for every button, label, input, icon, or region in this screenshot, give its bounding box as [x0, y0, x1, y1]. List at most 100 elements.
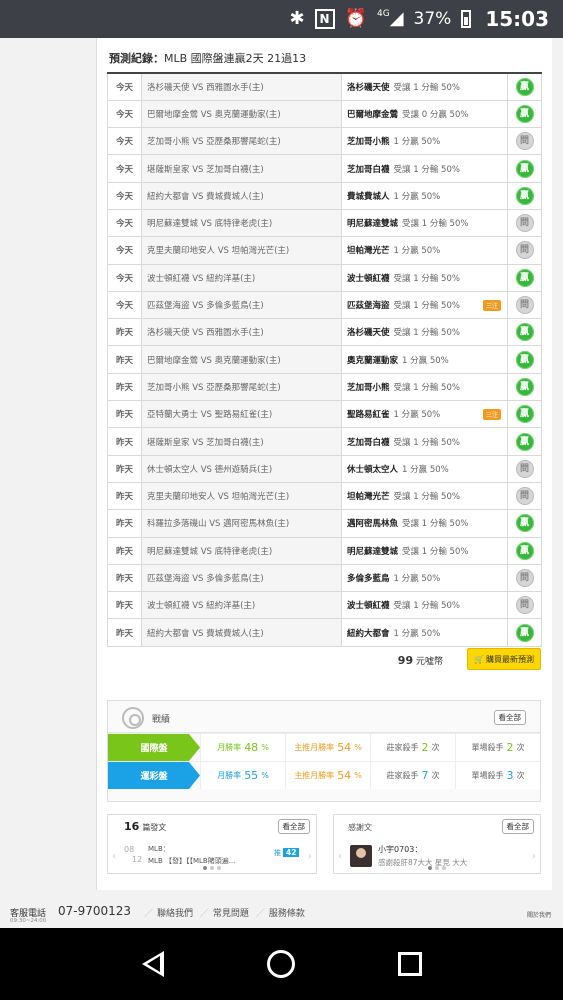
- thanks-view-all-button[interactable]: 看全部: [501, 819, 534, 834]
- stats-view-all-button[interactable]: 看全部: [493, 710, 526, 725]
- record-match[interactable]: 芝加哥小熊 VS 亞歷桑那響尾蛇(主): [141, 372, 342, 402]
- home-rate: 主推月勝率 54%: [285, 762, 370, 789]
- table-row: 昨天 科羅拉多落磯山 VS 邁阿密馬林魚(主) 邁阿密馬林魚 受讓 1 分輸 50% 贏: [107, 509, 542, 538]
- record-header-summary: MLB 國際盤連贏2天 21過13: [164, 52, 307, 65]
- footer-links: ／聯絡我們 ／常見問題 ／服務條款: [144, 909, 305, 919]
- home-icon[interactable]: [266, 950, 295, 978]
- chevron-right-icon[interactable]: ›: [532, 851, 536, 862]
- pick-odds: 受讓 1 分輸 50%: [402, 219, 469, 230]
- record-match[interactable]: 明尼蘇達雙城 VS 底特律老虎(主): [141, 536, 342, 565]
- pick-team: 坦帕灣光芒: [347, 492, 390, 503]
- stats-title: 戰績: [152, 715, 171, 725]
- service-phone[interactable]: 07-9700123: [58, 904, 131, 918]
- alarm-icon: ⏰: [344, 8, 367, 29]
- record-day: 昨天: [107, 618, 142, 647]
- record-pick: 明尼蘇達雙城 受讓 1 分輸 50%: [341, 208, 508, 238]
- single-killer: 單場殺手 2 次: [455, 734, 540, 761]
- footer-link-contact[interactable]: 聯絡我們: [157, 909, 193, 919]
- recent-apps-icon[interactable]: [397, 952, 422, 976]
- pick-team: 多倫多藍鳥: [347, 573, 390, 584]
- pick-team: 休士頓太空人: [347, 464, 399, 475]
- pick-odds: 受讓 1 分輸 50%: [402, 519, 469, 530]
- record-day: 昨天: [107, 318, 142, 347]
- record-day: 昨天: [107, 454, 142, 483]
- footer-link-faq[interactable]: 常見問題: [213, 909, 249, 919]
- record-match[interactable]: 克里夫蘭印地安人 VS 坦帕灣光芒(主): [141, 481, 342, 511]
- record-match[interactable]: 紐約大都會 VS 費城費城人(主): [141, 181, 342, 210]
- pick-team: 波士頓紅襪: [347, 601, 390, 612]
- record-result: 贏: [507, 263, 542, 292]
- post-title[interactable]: MLB： MLB 【發】【【MLB賭頭遍...: [148, 843, 235, 867]
- footer: 客服電話 09:30~24:00 07-9700123 ／聯絡我們 ／常見問題 …: [0, 900, 563, 928]
- table-row: 昨天 紐約大都會 VS 費城費城人(主) 紐約大都會 1 分贏 50% 贏: [107, 618, 542, 647]
- result-push-icon: 問: [515, 241, 534, 260]
- price: 99 元噓幣: [397, 654, 443, 667]
- record-match[interactable]: 匹茲堡海盜 VS 多倫多藍鳥(主): [141, 563, 342, 593]
- battery-icon: [461, 10, 472, 28]
- record-result: 贏: [507, 345, 542, 374]
- posts-view-all-button[interactable]: 看全部: [277, 819, 310, 834]
- record-pick: 坦帕灣光芒 受讓 1 分輸 50%: [341, 481, 508, 511]
- record-day: 今天: [107, 236, 142, 265]
- record-match[interactable]: 洛杉磯天使 VS 西雅圖水手(主): [141, 71, 342, 101]
- record-match[interactable]: 克里夫蘭印地安人 VS 坦帕灣光芒(主): [141, 236, 342, 265]
- record-pick: 芝加哥白襪 受讓 1 分輸 50%: [341, 427, 508, 456]
- thanks-message[interactable]: 感謝殺肝87大大 星見 大大: [378, 857, 467, 868]
- pick-odds: 1 分贏 50%: [393, 573, 441, 584]
- chevron-left-icon[interactable]: ‹: [112, 851, 116, 862]
- buy-prediction-button[interactable]: 🛒 購買最新預測: [467, 648, 541, 670]
- record-day: 今天: [107, 99, 142, 129]
- record-match[interactable]: 洛杉磯天使 VS 西雅圖水手(主): [141, 318, 342, 347]
- record-pick: 邁阿密馬林魚 受讓 1 分輸 50%: [341, 509, 508, 538]
- pick-team: 芝加哥小熊: [347, 382, 390, 393]
- record-header: 預測紀錄：MLB 國際盤連贏2天 21過13: [109, 50, 306, 66]
- service-hours: 09:30~24:00: [10, 918, 47, 924]
- record-match[interactable]: 巴爾地摩金鶯 VS 奧克蘭運動家(主): [141, 345, 342, 374]
- record-header-label: 預測紀錄：: [109, 52, 164, 65]
- record-match[interactable]: 休士頓太空人 VS 德州遊騎兵(主): [141, 454, 342, 483]
- pick-odds: 受讓 1 分輸 50%: [393, 601, 460, 612]
- pick-odds: 受讓 0 分贏 50%: [402, 109, 469, 120]
- home-rate: 主推月勝率 54%: [285, 734, 370, 761]
- record-match[interactable]: 巴爾地摩金鶯 VS 奧克蘭運動家(主): [141, 99, 342, 129]
- record-result: 贏: [507, 71, 542, 101]
- table-row: 今天 紐約大都會 VS 費城費城人(主) 費城費城人 1 分贏 50% 贏: [107, 181, 542, 210]
- table-row: 今天 明尼蘇達雙城 VS 底特律老虎(主) 明尼蘇達雙城 受讓 1 分輸 50% 問: [107, 208, 542, 238]
- back-icon[interactable]: [141, 951, 164, 977]
- page-content: 預測紀錄：MLB 國際盤連贏2天 21過13 今天 洛杉磯天使 VS 西雅圖水手(…: [0, 38, 563, 928]
- footer-link-terms[interactable]: 服務條款: [269, 909, 305, 919]
- record-match[interactable]: 明尼蘇達雙城 VS 底特律老虎(主): [141, 208, 342, 238]
- chevron-left-icon[interactable]: ‹: [338, 851, 342, 862]
- record-match[interactable]: 波士頓紅襪 VS 紐約洋基(主): [141, 591, 342, 620]
- record-day: 昨天: [107, 536, 142, 565]
- table-row: 今天 波士頓紅襪 VS 紐約洋基(主) 波士頓紅襪 受讓 1 分輸 50% 贏: [107, 263, 542, 292]
- pick-odds: 1 分贏 50%: [393, 191, 441, 202]
- record-match[interactable]: 芝加哥小熊 VS 亞歷桑那響尾蛇(主): [141, 127, 342, 156]
- stats-row-label: 運彩盤: [108, 762, 200, 789]
- record-match[interactable]: 匹茲堡海盜 VS 多倫多藍鳥(主): [141, 290, 342, 320]
- bluetooth-icon: ✱: [289, 8, 305, 29]
- record-pick: 費城費城人 1 分贏 50%: [341, 181, 508, 210]
- result-win-icon: 贏: [515, 323, 534, 342]
- record-match[interactable]: 科羅拉多落磯山 VS 邁阿密馬林魚(主): [141, 509, 342, 538]
- cart-icon: 🛒: [474, 654, 484, 664]
- record-pick: 匹茲堡海盜 受讓 1 分輸 50% 三注: [341, 290, 508, 320]
- single-killer: 單場殺手 3 次: [455, 762, 540, 789]
- record-match[interactable]: 波士頓紅襪 VS 紐約洋基(主): [141, 263, 342, 292]
- table-row: 今天 堪薩斯皇家 VS 芝加哥白襪(主) 芝加哥白襪 受讓 1 分輸 50% 贏: [107, 154, 542, 183]
- record-match[interactable]: 紐約大都會 VS 費城費城人(主): [141, 618, 342, 647]
- record-match[interactable]: 亞特蘭大勇士 VS 聖路易紅雀(主): [141, 400, 342, 429]
- pick-odds: 1 分贏 50%: [393, 246, 441, 257]
- record-match[interactable]: 堪薩斯皇家 VS 芝加哥白襪(主): [141, 154, 342, 183]
- result-win-icon: 贏: [515, 405, 534, 424]
- result-push-icon: 問: [515, 487, 534, 506]
- record-day: 昨天: [107, 400, 142, 429]
- record-day: 昨天: [107, 509, 142, 538]
- record-pick: 芝加哥小熊 1 分贏 50%: [341, 127, 508, 156]
- chevron-right-icon[interactable]: ›: [308, 851, 312, 862]
- record-day: 昨天: [107, 427, 142, 456]
- record-match[interactable]: 堪薩斯皇家 VS 芝加哥白襪(主): [141, 427, 342, 456]
- pick-odds: 受讓 1 分輸 50%: [393, 273, 460, 284]
- signal-icon: 4G◢: [376, 8, 404, 29]
- footer-link-about[interactable]: 關於我們: [527, 910, 551, 919]
